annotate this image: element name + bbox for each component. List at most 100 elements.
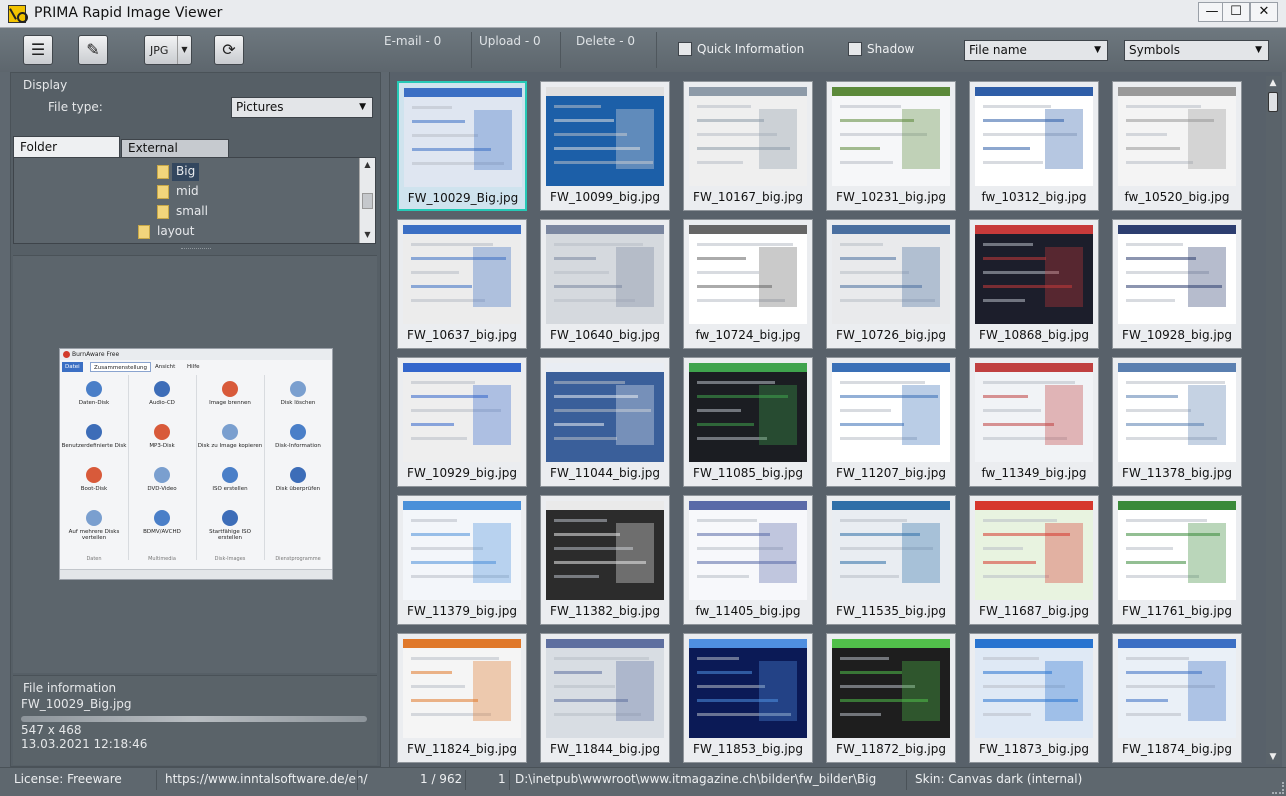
preview-tab: Datei [62,362,83,372]
thumbnail-item[interactable]: FW_11687_big.jpg [969,495,1099,625]
screenshot-titlebar [689,501,807,510]
file-info-name: FW_10029_Big.jpg [21,697,132,711]
tree-scrollbar[interactable]: ▲ ▼ [359,158,375,243]
thumbnail-item[interactable]: FW_10099_big.jpg [540,81,670,211]
thumbnail-item[interactable]: FW_11378_big.jpg [1112,357,1242,487]
thumbnail-item[interactable]: FW_10637_big.jpg [397,219,527,349]
website-link[interactable]: https://www.inntalsoftware.de/en/ [165,772,368,786]
thumbnail-image [546,639,664,738]
file-info-date: 13.03.2021 12:18:46 [21,737,148,751]
shadow-checkbox[interactable] [848,42,862,56]
thumbnail-item[interactable]: FW_10929_big.jpg [397,357,527,487]
separator [471,32,472,68]
thumbnail-item[interactable]: fw_10312_big.jpg [969,81,1099,211]
scroll-up-icon[interactable]: ▲ [360,158,375,172]
tree-item-mid[interactable]: mid [176,183,199,201]
file-type-select[interactable]: Pictures ▼ [231,97,373,118]
chevron-down-icon[interactable]: ▼ [177,36,191,64]
thumbnail-item[interactable]: FW_11853_big.jpg [683,633,813,763]
gallery-scrollbar[interactable]: ▲ ▼ [1266,76,1280,764]
scroll-down-icon[interactable]: ▼ [360,228,375,242]
screenshot-detail [759,247,797,307]
screenshot-detail [1188,523,1226,583]
thumbnail-item[interactable]: fw_11405_big.jpg [683,495,813,625]
scroll-up-icon[interactable]: ▲ [1266,76,1280,90]
thumbnail-caption: FW_10929_big.jpg [407,466,517,480]
thumbnail-image [689,501,807,600]
maximize-button[interactable]: ☐ [1222,2,1250,22]
file-information-panel: File information FW_10029_Big.jpg 547 x … [13,675,377,765]
thumbnail-item[interactable]: FW_10029_Big.jpg [397,81,527,211]
thumbnail-item[interactable]: fw_10520_big.jpg [1112,81,1242,211]
preview-item-label: Disk löschen [280,400,316,406]
screenshot-detail [1126,381,1225,384]
thumbnail-image [546,225,664,324]
screenshot-detail [983,409,1041,412]
thumbnail-item[interactable]: FW_11824_big.jpg [397,633,527,763]
format-button[interactable]: JPG ▼ [144,35,192,65]
screenshot-detail [1126,409,1191,412]
thumbnail-item[interactable]: FW_11379_big.jpg [397,495,527,625]
thumbnail-item[interactable]: FW_11535_big.jpg [826,495,956,625]
screenshot-titlebar [404,88,522,97]
screenshot-detail [554,519,607,522]
refresh-button[interactable]: ⟳ [214,35,244,65]
preview-group-label: Daten [86,556,102,562]
thumbnail-item[interactable]: FW_11761_big.jpg [1112,495,1242,625]
close-button[interactable]: ✕ [1250,2,1278,22]
edit-button[interactable]: ✎ [78,35,108,65]
thumbnail-item[interactable]: fw_10724_big.jpg [683,219,813,349]
scrollbar-thumb[interactable] [362,193,373,209]
thumbnail-item[interactable]: FW_10928_big.jpg [1112,219,1242,349]
thumbnail-item[interactable]: FW_11085_big.jpg [683,357,813,487]
resize-grip[interactable] [1272,782,1284,794]
thumbnail-item[interactable]: FW_10640_big.jpg [540,219,670,349]
screenshot-titlebar [403,225,521,234]
screenshot-detail [697,105,751,108]
folder-icon [157,165,169,179]
screenshot-titlebar [546,225,664,234]
tab-folder-structure[interactable]: Folder structure [13,136,120,174]
thumbnail-item[interactable]: FW_11844_big.jpg [540,633,670,763]
screenshot-detail [554,119,614,122]
sort-select[interactable]: File name ▼ [964,40,1108,61]
thumbnail-item[interactable]: FW_11873_big.jpg [969,633,1099,763]
thumbnail-item[interactable]: FW_10231_big.jpg [826,81,956,211]
thumbnail-item[interactable]: FW_11382_big.jpg [540,495,670,625]
screenshot-detail [411,657,499,660]
screenshot-titlebar [1118,225,1236,234]
thumbnail-item[interactable]: fw_11349_big.jpg [969,357,1099,487]
tree-item-small[interactable]: small [176,203,208,221]
thumbnail-caption: FW_11379_big.jpg [407,604,517,618]
screenshot-detail [902,523,940,583]
preview-item-label: ISO erstellen [212,486,248,492]
thumbnail-caption: FW_11874_big.jpg [1122,742,1232,756]
thumbnail-caption: FW_10231_big.jpg [836,190,946,204]
tree-item-layout[interactable]: layout [157,223,194,241]
scroll-down-icon[interactable]: ▼ [1266,750,1280,764]
thumbnail-item[interactable]: FW_11874_big.jpg [1112,633,1242,763]
splitter-handle[interactable] [181,248,211,251]
preview-item-label: Audio-CD [149,400,175,406]
thumbnail-item[interactable]: FW_10868_big.jpg [969,219,1099,349]
quick-info-checkbox[interactable] [678,42,692,56]
screenshot-titlebar [546,87,664,96]
menu-button[interactable]: ☰ [23,35,53,65]
format-label: JPG [150,44,169,57]
thumbnail-image [403,363,521,462]
thumbnail-image [403,225,521,324]
view-mode-select[interactable]: Symbols ▼ [1124,40,1269,61]
scrollbar-thumb[interactable] [1268,92,1278,112]
tree-item-big[interactable]: Big [172,163,200,181]
tab-external-devices[interactable]: External devices [121,139,229,172]
thumbnail-item[interactable]: FW_11044_big.jpg [540,357,670,487]
thumbnail-item[interactable]: FW_10167_big.jpg [683,81,813,211]
thumbnail-item[interactable]: FW_11207_big.jpg [826,357,956,487]
thumbnail-caption: fw_10724_big.jpg [695,328,801,342]
app-logo-icon [8,5,28,23]
thumbnail-item[interactable]: FW_10726_big.jpg [826,219,956,349]
thumbnail-item[interactable]: FW_11872_big.jpg [826,633,956,763]
screenshot-titlebar [689,639,807,648]
screenshot-detail [554,671,602,674]
screenshot-detail [840,423,904,426]
